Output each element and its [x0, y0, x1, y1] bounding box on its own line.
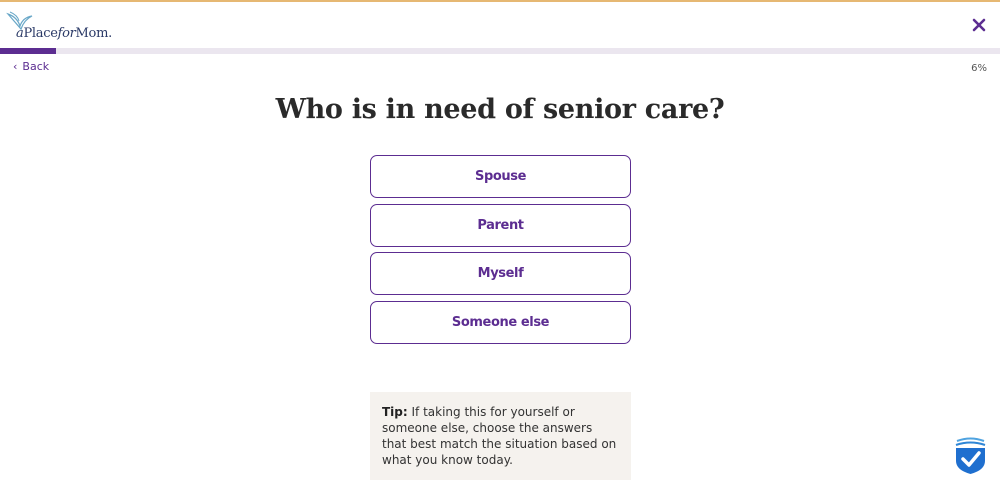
question-title: Who is in need of senior care? [275, 94, 725, 125]
progress-bar [0, 48, 1000, 54]
close-icon[interactable] [968, 14, 990, 36]
tip-text: If taking this for yourself or someone e… [382, 405, 617, 467]
chevron-left-icon: ‹ [13, 60, 18, 73]
option-parent-button[interactable]: Parent [370, 203, 631, 247]
logo-wordmark: aPlaceforMom. [16, 26, 112, 41]
tip-label: Tip: [382, 405, 408, 419]
back-link[interactable]: ‹ Back [13, 60, 49, 73]
option-myself-button[interactable]: Myself [370, 252, 631, 295]
verified-checkmark-shield-icon[interactable] [953, 437, 988, 475]
back-label: Back [22, 60, 50, 73]
a-place-for-mom-logo[interactable]: aPlaceforMom. [6, 10, 116, 44]
header: aPlaceforMom. [0, 2, 1000, 48]
tip-box: Tip: If taking this for yourself or some… [370, 392, 631, 480]
answer-options: Spouse Parent Myself Someone else [370, 155, 631, 349]
progress-bar-fill [0, 48, 56, 54]
progress-percentage: 6% [971, 63, 987, 74]
option-someone-else-button[interactable]: Someone else [370, 300, 631, 344]
option-spouse-button[interactable]: Spouse [370, 155, 631, 198]
